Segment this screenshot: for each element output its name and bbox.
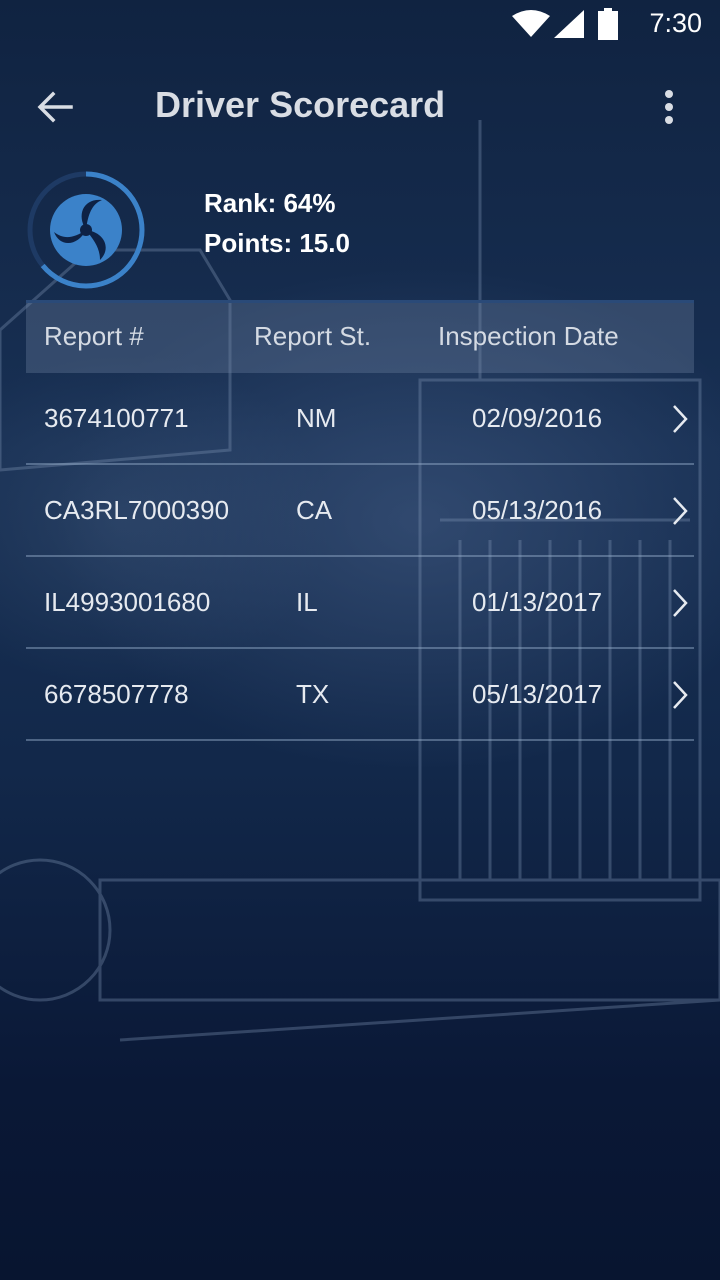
table-row[interactable]: CA3RL7000390 CA 05/13/2016	[26, 465, 694, 557]
rank-text: Rank: 64%	[204, 188, 336, 218]
cell-inspection-date: 02/09/2016	[472, 403, 603, 433]
chevron-right-icon[interactable]	[668, 679, 692, 711]
chevron-right-icon[interactable]	[668, 587, 692, 619]
cell-report-state: TX	[296, 679, 330, 709]
inspection-table: Report # Report St. Inspection Date 3674…	[26, 300, 694, 741]
cell-report-state: IL	[296, 587, 318, 617]
header-inspection-date: Inspection Date	[438, 321, 619, 351]
cell-report-number: IL4993001680	[44, 587, 211, 617]
signal-icon	[554, 10, 584, 38]
cell-inspection-date: 01/13/2017	[472, 587, 603, 617]
app-bar: Driver Scorecard	[0, 64, 720, 148]
cell-report-state: NM	[296, 403, 337, 433]
status-bar: 7:30	[0, 0, 720, 48]
table-row[interactable]: 3674100771 NM 02/09/2016	[26, 373, 694, 465]
back-button[interactable]	[30, 82, 80, 132]
page-title: Driver Scorecard	[155, 84, 446, 125]
score-logo	[27, 171, 145, 289]
chevron-right-icon[interactable]	[668, 495, 692, 527]
arrow-back-icon	[37, 91, 73, 123]
table-header: Report # Report St. Inspection Date	[26, 300, 694, 373]
wifi-icon	[512, 10, 550, 37]
cell-inspection-date: 05/13/2017	[472, 679, 603, 709]
overflow-menu-button[interactable]	[644, 82, 694, 132]
battery-icon	[598, 8, 618, 40]
header-report-state: Report St.	[254, 321, 372, 351]
points-text: Points: 15.0	[204, 228, 350, 258]
cell-report-number: 3674100771	[44, 403, 189, 433]
status-time: 7:30	[649, 8, 702, 38]
table-row[interactable]: 6678507778 TX 05/13/2017	[26, 649, 694, 741]
header-report-number: Report #	[44, 321, 144, 351]
cell-report-number: 6678507778	[44, 679, 189, 709]
cell-inspection-date: 05/13/2016	[472, 495, 603, 525]
table-row[interactable]: IL4993001680 IL 01/13/2017	[26, 557, 694, 649]
more-vertical-icon	[665, 90, 673, 124]
cell-report-number: CA3RL7000390	[44, 495, 230, 525]
chevron-right-icon[interactable]	[668, 403, 692, 435]
cell-report-state: CA	[296, 495, 333, 525]
